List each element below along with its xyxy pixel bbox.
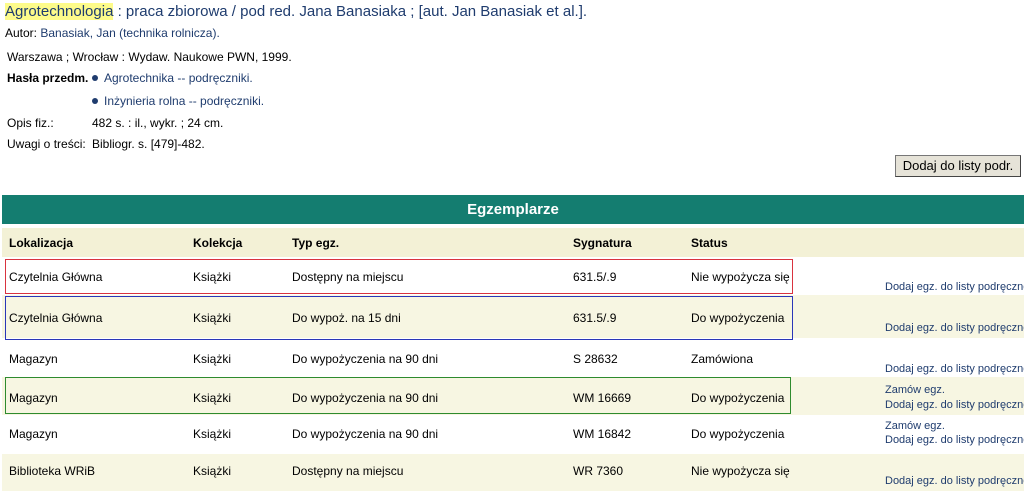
column-header-status: Status: [691, 236, 728, 250]
cell-location: Biblioteka WRiB: [9, 464, 96, 478]
table-row: Czytelnia Główna Książki Do wypoż. na 15…: [2, 295, 1024, 338]
order-copy-link[interactable]: Zamów egz.: [885, 419, 945, 434]
cell-type: Do wypożyczenia na 90 dni: [292, 391, 439, 405]
column-header-type: Typ egz.: [292, 236, 340, 250]
cell-type: Dostępny na miejscu: [292, 270, 404, 284]
cell-location: Czytelnia Główna: [9, 311, 103, 325]
subjects-label-row: Hasła przedm.: [7, 71, 92, 85]
cell-location: Magazyn: [9, 352, 58, 366]
cell-status: Zamówiona: [691, 352, 754, 366]
subject-link-1[interactable]: Agrotechnika -- podręczniki.: [92, 71, 253, 85]
author-label: Autor:: [5, 26, 41, 40]
copies-table-header: Lokalizacja Kolekcja Typ egz. Sygnatura …: [2, 228, 1024, 257]
cell-signature: S 28632: [573, 352, 618, 366]
cell-collection: Książki: [193, 464, 232, 478]
add-copy-to-list-link[interactable]: Dodaj egz. do listy podręcznej: [885, 474, 1024, 489]
table-row: Magazyn Książki Do wypożyczenia na 90 dn…: [2, 415, 1024, 454]
author-link[interactable]: Banasiak, Jan (technika rolnicza).: [40, 26, 219, 40]
publication-info: Warszawa ; Wrocław : Wydaw. Naukowe PWN,…: [7, 50, 292, 64]
notes-label: Uwagi o treści:: [7, 137, 86, 151]
cell-collection: Książki: [193, 352, 232, 366]
column-header-signature: Sygnatura: [573, 236, 632, 250]
cell-collection: Książki: [193, 311, 232, 325]
add-copy-to-list-link[interactable]: Dodaj egz. do listy podręcznej: [885, 398, 1024, 413]
cell-signature: WR 7360: [573, 464, 624, 478]
physical-value: 482 s. : il., wykr. ; 24 cm.: [92, 116, 224, 130]
column-header-location: Lokalizacja: [9, 236, 74, 250]
subjects-label: Hasła przedm.: [7, 71, 89, 85]
record-title-rest: : praca zbiorowa / pod red. Jana Banasia…: [113, 3, 588, 20]
subject-link-2[interactable]: Inżynieria rolna -- podręczniki.: [92, 94, 264, 108]
copies-section-header: Egzemplarze: [2, 195, 1024, 224]
notes-value: Bibliogr. s. [479]-482.: [92, 137, 205, 151]
column-header-collection: Kolekcja: [193, 236, 243, 250]
notes-row: Uwagi o treści: Bibliogr. s. [479]-482.: [7, 137, 205, 151]
add-to-list-button[interactable]: Dodaj do listy podr.: [895, 155, 1021, 177]
add-copy-to-list-link[interactable]: Dodaj egz. do listy podręcznej: [885, 433, 1024, 448]
add-copy-to-list-link[interactable]: Dodaj egz. do listy podręcznej: [885, 321, 1024, 336]
cell-signature: 631.5/.9: [573, 311, 617, 325]
cell-signature: WM 16669: [573, 391, 632, 405]
cell-signature: WM 16842: [573, 427, 632, 441]
bullet-icon: [92, 74, 98, 81]
cell-collection: Książki: [193, 427, 232, 441]
cell-status: Do wypożyczenia: [691, 391, 785, 405]
cell-status: Do wypożyczenia: [691, 311, 785, 325]
table-row: Magazyn Książki Do wypożyczenia na 90 dn…: [2, 377, 1024, 415]
author-line: Autor: Banasiak, Jan (technika rolnicza)…: [5, 26, 220, 40]
cell-status: Nie wypożycza się: [691, 270, 790, 284]
record-title-main: Agrotechnologia: [5, 3, 114, 20]
cell-location: Czytelnia Główna: [9, 270, 103, 284]
cell-location: Magazyn: [9, 427, 58, 441]
table-row: Magazyn Książki Do wypożyczenia na 90 dn…: [2, 338, 1024, 377]
cell-location: Magazyn: [9, 391, 58, 405]
add-copy-to-list-link[interactable]: Dodaj egz. do listy podręcznej: [885, 362, 1024, 377]
cell-type: Dostępny na miejscu: [292, 464, 404, 478]
add-copy-to-list-link[interactable]: Dodaj egz. do listy podręcznej: [885, 280, 1024, 295]
cell-collection: Książki: [193, 391, 232, 405]
table-row: Czytelnia Główna Książki Dostępny na mie…: [2, 258, 1024, 295]
cell-type: Do wypożyczenia na 90 dni: [292, 352, 439, 366]
cell-status: Do wypożyczenia: [691, 427, 785, 441]
cell-type: Do wypoż. na 15 dni: [292, 311, 401, 325]
cell-signature: 631.5/.9: [573, 270, 617, 284]
table-row: Biblioteka WRiB Książki Dostępny na miej…: [2, 454, 1024, 491]
record-title: Agrotechnologia : praca zbiorowa / pod r…: [5, 3, 587, 20]
cell-type: Do wypożyczenia na 90 dni: [292, 427, 439, 441]
bullet-icon: [92, 97, 98, 104]
order-copy-link[interactable]: Zamów egz.: [885, 383, 945, 398]
physical-label: Opis fiz.:: [7, 116, 54, 130]
cell-collection: Książki: [193, 270, 232, 284]
cell-status: Nie wypożycza się: [691, 464, 790, 478]
physical-desc-row: Opis fiz.: 482 s. : il., wykr. ; 24 cm.: [7, 116, 223, 130]
